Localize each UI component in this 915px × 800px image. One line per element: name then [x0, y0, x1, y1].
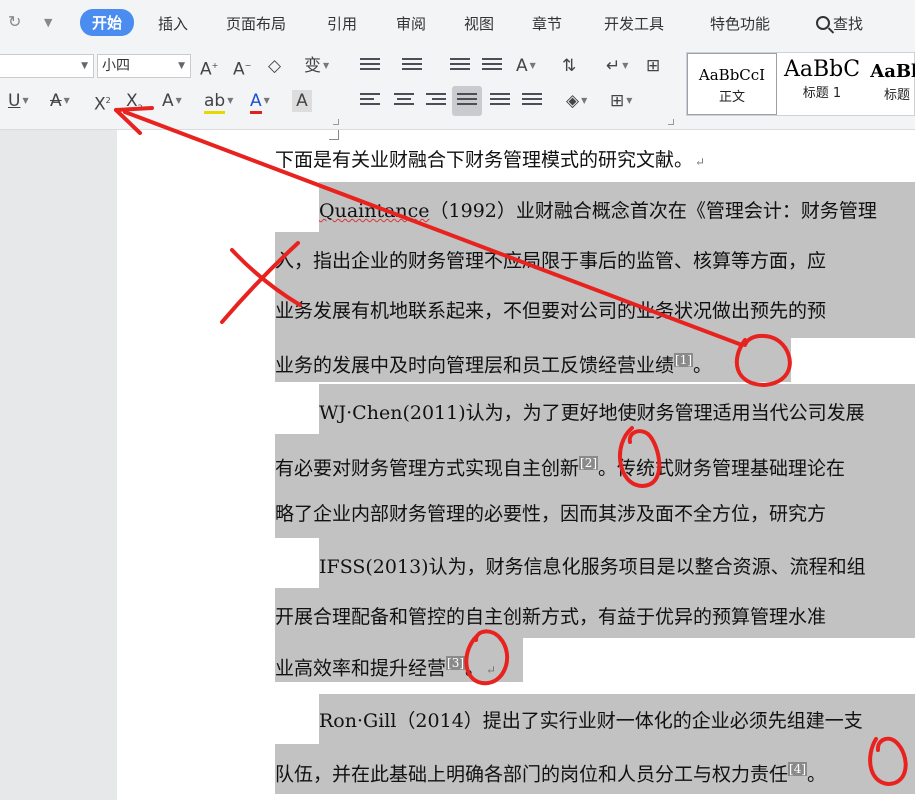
text-effect-icon[interactable]: A ▼: [162, 90, 182, 112]
grow-font-icon[interactable]: A+: [200, 55, 218, 81]
superscript-icon[interactable]: X2: [94, 90, 111, 116]
tab-view[interactable]: 视图: [464, 13, 494, 34]
shrink-font-icon[interactable]: A−: [233, 55, 251, 81]
search-button[interactable]: 查找: [816, 13, 863, 34]
text-direction-icon[interactable]: A ▼: [516, 55, 536, 77]
increase-indent-icon[interactable]: [482, 58, 502, 74]
chevron-down-icon: ▼: [178, 61, 185, 71]
margin-corner-mark: [329, 130, 339, 140]
redo-icon[interactable]: ↻: [8, 12, 21, 31]
p1-line-1: Quaintance（1992）业财融合概念首次在《管理会计：财务管理: [319, 198, 915, 224]
table-grid-icon[interactable]: ⊞: [646, 55, 660, 77]
p2-line-1: WJ·Chen(2011)认为，为了更好地使财务管理适用当代公司发展: [319, 402, 865, 424]
p1-line-3: 业务发展有机地联系起来，不但要对公司的业务状况做出预先的预: [275, 300, 827, 322]
font-size-combo[interactable]: 小四 ▼: [97, 54, 191, 78]
tab-chapter[interactable]: 章节: [532, 13, 562, 34]
sort-icon[interactable]: ⇅: [562, 55, 576, 77]
document-gutter: [0, 130, 117, 800]
p2-line-2: 有必要对财务管理方式实现自主创新[2]。传统式财务管理基础理论在: [275, 450, 915, 481]
align-center-icon[interactable]: [394, 93, 414, 109]
justify-icon[interactable]: [457, 93, 477, 109]
tab-review[interactable]: 审阅: [396, 13, 426, 34]
p2-line-2-rest: 。传统式财务管理基础理论在: [598, 457, 846, 480]
p1-line-1-text: （1992）业财融合概念首次在《管理会计：财务管理: [429, 200, 877, 222]
intro-paragraph: 下面是有关业财融合下财务管理模式的研究文献。 ↵: [275, 147, 915, 175]
p3-end: 。: [465, 657, 485, 680]
p3-line-3-text: 业高效率和提升经营: [275, 657, 447, 680]
document-page[interactable]: 下面是有关业财融合下财务管理模式的研究文献。 ↵ Quaintance（1992）…: [117, 130, 915, 800]
citation-3[interactable]: [3]: [446, 656, 466, 670]
highlight-color-icon[interactable]: ab ▼: [204, 90, 233, 114]
citation-4[interactable]: [4]: [788, 762, 808, 776]
borders-icon[interactable]: ⊞ ▼: [610, 90, 632, 112]
phonetic-guide-icon[interactable]: 变 ▼: [304, 55, 329, 77]
underline-icon[interactable]: U ▼: [8, 90, 29, 112]
paragraph-group-launcher[interactable]: [668, 119, 674, 125]
numbered-list-icon[interactable]: [402, 58, 422, 74]
tab-home[interactable]: 开始: [80, 9, 135, 36]
p1-end: 。: [693, 354, 713, 377]
citation-2[interactable]: [2]: [579, 456, 599, 470]
search-label: 查找: [833, 15, 864, 33]
clear-format-icon[interactable]: ◇: [268, 55, 281, 77]
tab-page-layout[interactable]: 页面布局: [226, 13, 286, 34]
author-quaintance: Quaintance: [319, 200, 430, 222]
bullet-list-icon[interactable]: [360, 58, 380, 74]
align-right-icon[interactable]: [426, 93, 446, 109]
character-shading-icon[interactable]: A: [292, 90, 312, 112]
style-heading-1-label: 标题 1: [802, 86, 842, 101]
tab-special-features[interactable]: 特色功能: [710, 13, 770, 34]
tab-references[interactable]: 引用: [327, 13, 357, 34]
p3-line-1: IFSS(2013)认为，财务信息化服务项目是以整合资源、流程和组: [319, 556, 866, 578]
p3-line-2: 开展合理配备和管控的自主创新方式，有益于优异的预算管理水准: [275, 606, 827, 628]
shading-icon[interactable]: ◈ ▼: [566, 90, 587, 112]
menu-bar: ↻ ▼ 开始 插入 页面布局 引用 审阅 视图 章节 开发工具 特色功能 查找: [0, 0, 915, 44]
p4-end: 。: [807, 763, 827, 786]
search-icon: [816, 16, 830, 30]
paragraph-mark: ↵: [486, 663, 497, 678]
strikethrough-icon[interactable]: A ▼: [50, 90, 70, 112]
subscript-icon[interactable]: X2: [126, 90, 143, 119]
tab-insert[interactable]: 插入: [158, 13, 188, 34]
style-normal-preview: AaBbCcI: [698, 66, 766, 84]
style-heading[interactable]: AaBb 标题: [867, 53, 915, 115]
customize-dropdown-icon[interactable]: ▼: [44, 16, 52, 29]
align-left-icon[interactable]: [360, 93, 380, 109]
show-marks-icon[interactable]: ↵ ▼: [606, 55, 628, 77]
chevron-down-icon: ▼: [81, 61, 88, 71]
style-heading-label: 标题: [883, 88, 910, 103]
paragraph-mark: ↵: [695, 155, 706, 169]
style-heading-1[interactable]: AaBbC 标题 1: [777, 53, 867, 115]
style-normal-label: 正文: [718, 90, 745, 105]
p4-line-2: 队伍，并在此基础上明确各部门的岗位和人员分工与权力责任[4]。: [275, 756, 915, 787]
distributed-align-icon[interactable]: [490, 93, 510, 109]
style-heading-preview: AaBb: [870, 61, 915, 82]
p4-line-2-text: 队伍，并在此基础上明确各部门的岗位和人员分工与权力责任: [275, 763, 789, 786]
p3-line-3: 业高效率和提升经营[3]。 ↵: [275, 650, 915, 683]
line-spacing-icon[interactable]: [522, 93, 542, 109]
p1-line-4: 业务的发展中及时向管理层和员工反馈经营业绩[1]。: [275, 347, 915, 378]
citation-1[interactable]: [1]: [674, 353, 694, 367]
decrease-indent-icon[interactable]: [450, 58, 470, 74]
p2-line-3: 略了企业内部财务管理的必要性，因而其涉及面不全方位，研究方: [275, 503, 827, 525]
p1-line-2: 入，指出企业的财务管理不应局限于事后的监管、核算等方面，应: [275, 250, 827, 272]
tab-developer[interactable]: 开发工具: [604, 13, 664, 34]
font-name-combo[interactable]: ▼: [0, 54, 94, 78]
p4-line-1: Ron·Gill（2014）提出了实行业财一体化的企业必须先组建一支: [319, 710, 863, 732]
font-color-icon[interactable]: A ▼: [250, 90, 270, 114]
styles-gallery: AaBbCcI 正文 AaBbC 标题 1 AaBb 标题: [686, 52, 915, 116]
p1-line-4-text: 业务的发展中及时向管理层和员工反馈经营业绩: [275, 354, 675, 377]
font-size-value: 小四: [102, 58, 130, 74]
intro-text: 下面是有关业财融合下财务管理模式的研究文献。: [275, 149, 694, 171]
p2-line-2-text: 有必要对财务管理方式实现自主创新: [275, 457, 580, 480]
font-group-launcher[interactable]: [333, 119, 339, 125]
style-heading-1-preview: AaBbC: [783, 57, 861, 82]
style-normal[interactable]: AaBbCcI 正文: [687, 53, 777, 115]
